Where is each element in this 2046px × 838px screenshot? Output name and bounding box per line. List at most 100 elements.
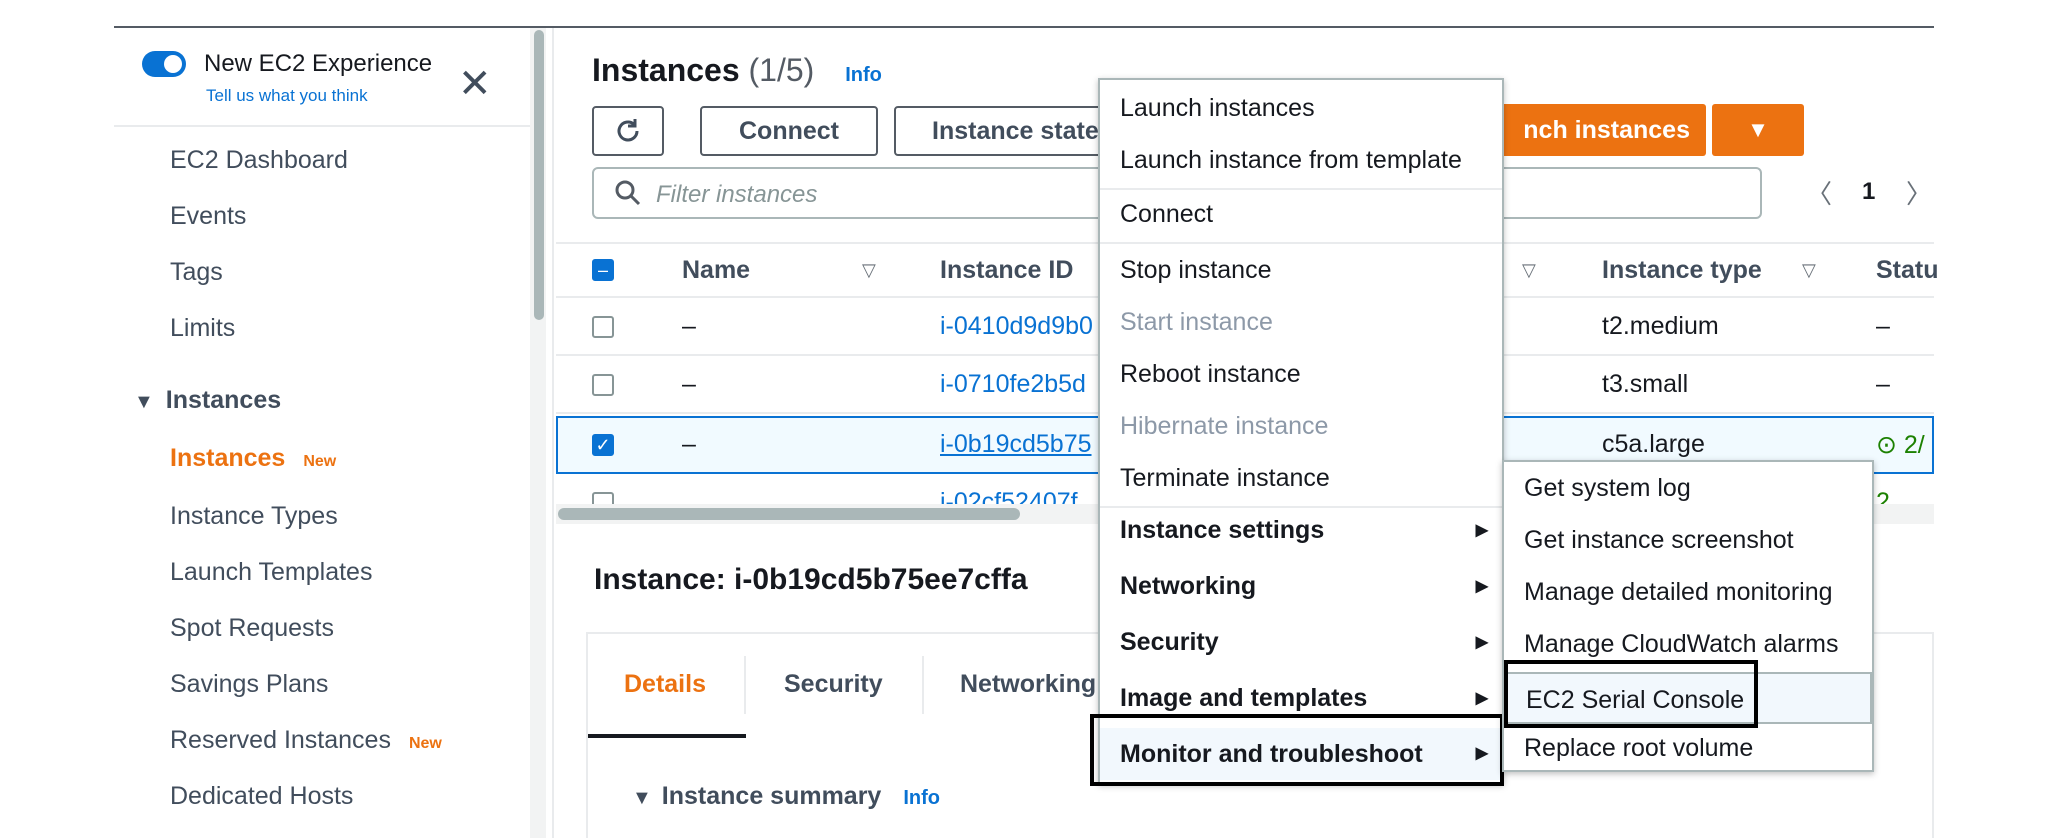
menu-reboot-instance[interactable]: Reboot instance xyxy=(1100,360,1502,389)
menu-stop-instance[interactable]: Stop instance xyxy=(1100,256,1502,285)
actions-menu: Launch instances Launch instance from te… xyxy=(1098,78,1504,784)
launch-dropdown-button[interactable]: ▼ xyxy=(1712,104,1804,156)
filter-placeholder: Filter instances xyxy=(656,181,818,208)
menu-terminate-instance[interactable]: Terminate instance xyxy=(1100,464,1502,493)
menu-get-system-log[interactable]: Get system log xyxy=(1504,474,1872,503)
page-title: Instances (1/5) Info xyxy=(592,52,882,89)
nav-instances-label: Instances xyxy=(170,444,286,472)
nav-events[interactable]: Events xyxy=(170,202,246,231)
tab-networking[interactable]: Networking xyxy=(960,670,1096,699)
caret-down-icon: ▼ xyxy=(632,787,652,809)
cell-instance-id[interactable]: i-0410d9d9b0 xyxy=(940,312,1093,341)
sort-icon[interactable]: ▽ xyxy=(862,260,876,281)
connect-button[interactable]: Connect xyxy=(700,106,878,156)
cell-instance-id[interactable]: i-0b19cd5b75 xyxy=(940,430,1092,459)
sidebar: New EC2 Experience Tell us what you thin… xyxy=(114,28,530,838)
launch-instances-button[interactable]: nch instances xyxy=(1500,104,1706,156)
sidebar-scrollbar-thumb[interactable] xyxy=(534,30,544,320)
new-badge: New xyxy=(408,735,442,752)
caret-right-icon: ▶ xyxy=(1475,522,1488,539)
divider xyxy=(922,656,924,714)
instance-summary-header[interactable]: ▼ Instance summary Info xyxy=(632,782,940,811)
nav-reserved-label: Reserved Instances xyxy=(170,726,391,754)
new-experience-label: New EC2 Experience xyxy=(204,50,433,77)
menu-instance-settings[interactable]: Instance settings ▶ xyxy=(1100,516,1502,545)
row-checkbox[interactable] xyxy=(592,374,614,396)
refresh-icon xyxy=(617,119,639,142)
cell-status: – xyxy=(1876,370,1890,398)
active-tab-indicator xyxy=(588,734,746,738)
cell-status: – xyxy=(1876,312,1890,340)
table-scrollbar-thumb[interactable] xyxy=(558,508,1020,520)
menu-start-instance: Start instance xyxy=(1120,308,1273,336)
caret-right-icon: ▶ xyxy=(1475,634,1488,651)
column-header-instance-type[interactable]: Instance type xyxy=(1602,256,1762,285)
cell-instance-type: t3.small xyxy=(1602,370,1689,398)
row-checkbox[interactable] xyxy=(592,316,614,338)
cell-instance-id[interactable]: i-02cf52407f xyxy=(940,488,1078,504)
cell-instance-type: t2.medium xyxy=(1602,312,1719,340)
refresh-button[interactable] xyxy=(592,106,664,156)
sort-icon[interactable]: ▽ xyxy=(1522,260,1536,281)
column-header-status[interactable]: Statu xyxy=(1876,256,1939,285)
column-header-instance-id[interactable]: Instance ID xyxy=(940,256,1073,285)
sort-icon[interactable]: ▽ xyxy=(1802,260,1816,281)
search-icon xyxy=(615,180,641,206)
divider xyxy=(114,125,530,127)
select-all-checkbox[interactable]: – xyxy=(592,259,614,281)
nav-ec2-dashboard[interactable]: EC2 Dashboard xyxy=(170,146,348,175)
row-checkbox[interactable] xyxy=(592,492,614,504)
cell-status: ⊙ 2/ xyxy=(1876,430,1925,460)
menu-label: Image and templates xyxy=(1120,684,1368,712)
nav-reserved-instances[interactable]: Reserved Instances New xyxy=(170,726,442,755)
menu-launch-instances[interactable]: Launch instances xyxy=(1100,94,1502,123)
cell-name: – xyxy=(682,430,696,458)
cell-instance-id[interactable]: i-0710fe2b5d xyxy=(940,370,1086,399)
caret-down-icon: ▼ xyxy=(134,391,154,413)
section-label: Instances xyxy=(165,386,282,414)
page-number[interactable]: 1 xyxy=(1862,178,1875,206)
menu-launch-from-template[interactable]: Launch instance from template xyxy=(1100,146,1502,175)
nav-instance-types[interactable]: Instance Types xyxy=(170,502,338,531)
caret-down-icon: ▼ xyxy=(1747,117,1769,142)
divider xyxy=(744,656,746,714)
menu-networking[interactable]: Networking ▶ xyxy=(1100,572,1502,601)
menu-manage-cloudwatch-alarms[interactable]: Manage CloudWatch alarms xyxy=(1504,630,1872,659)
summary-label: Instance summary xyxy=(661,782,882,810)
nav-savings-plans[interactable]: Savings Plans xyxy=(170,670,328,699)
info-link[interactable]: Info xyxy=(903,787,940,809)
status-checks: 2/ xyxy=(1903,431,1925,459)
tab-details[interactable]: Details xyxy=(624,670,706,699)
menu-hibernate-instance: Hibernate instance xyxy=(1120,412,1329,440)
new-experience-toggle[interactable] xyxy=(142,51,186,77)
tab-security[interactable]: Security xyxy=(784,670,883,699)
next-page-icon[interactable]: 〉 xyxy=(1906,174,1932,211)
menu-get-instance-screenshot[interactable]: Get instance screenshot xyxy=(1504,526,1872,555)
instance-detail-title: Instance: i-0b19cd5b75ee7cffa xyxy=(594,563,1028,596)
row-checkbox[interactable]: ✓ xyxy=(592,434,614,456)
cell-name: – xyxy=(682,370,696,398)
menu-label: Instance settings xyxy=(1120,516,1325,544)
nav-instances[interactable]: Instances New xyxy=(170,444,336,473)
column-header-name[interactable]: Name xyxy=(682,256,750,285)
menu-image-and-templates[interactable]: Image and templates ▶ xyxy=(1100,684,1502,713)
info-link[interactable]: Info xyxy=(845,64,882,86)
nav-launch-templates[interactable]: Launch Templates xyxy=(170,558,372,587)
menu-manage-detailed-monitoring[interactable]: Manage detailed monitoring xyxy=(1504,578,1872,607)
prev-page-icon[interactable]: 〈 xyxy=(1806,174,1832,211)
instance-state-button[interactable]: Instance state xyxy=(894,106,1104,156)
menu-label: Security xyxy=(1120,628,1219,656)
nav-limits[interactable]: Limits xyxy=(170,314,235,343)
menu-security[interactable]: Security ▶ xyxy=(1100,628,1502,657)
nav-section-instances[interactable]: ▼ Instances xyxy=(134,386,281,415)
nav-spot-requests[interactable]: Spot Requests xyxy=(170,614,334,643)
menu-replace-root-volume[interactable]: Replace root volume xyxy=(1504,734,1872,763)
menu-connect[interactable]: Connect xyxy=(1100,200,1502,229)
highlight-box xyxy=(1504,660,1758,728)
highlight-box xyxy=(1090,714,1504,786)
feedback-link[interactable]: Tell us what you think xyxy=(206,86,368,106)
nav-dedicated-hosts[interactable]: Dedicated Hosts xyxy=(170,782,353,811)
caret-right-icon: ▶ xyxy=(1475,578,1488,595)
nav-tags[interactable]: Tags xyxy=(170,258,223,287)
close-icon[interactable]: ✕ xyxy=(458,64,492,104)
